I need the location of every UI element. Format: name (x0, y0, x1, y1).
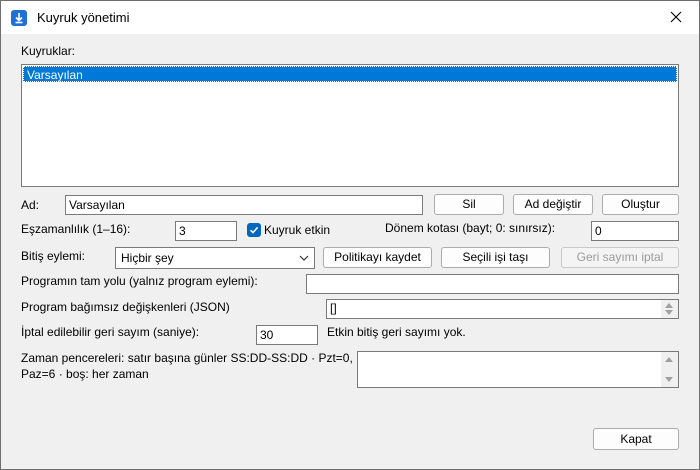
rename-button[interactable]: Ad değiştir (513, 194, 593, 215)
program-args-textarea[interactable]: [] (326, 299, 679, 319)
time-windows-scrollbar[interactable] (661, 352, 678, 387)
time-windows-label-line1: Zaman pencereleri: satır başına günler S… (21, 351, 353, 365)
move-selected-job-button[interactable]: Seçili işi taşı (441, 247, 550, 268)
finish-action-value: Hiçbir şey (121, 251, 174, 265)
scroll-down-arrow-icon[interactable] (665, 310, 673, 315)
scroll-up-arrow-icon[interactable] (665, 303, 673, 308)
download-icon (11, 10, 27, 26)
chevron-down-icon (299, 255, 309, 261)
time-windows-textarea[interactable] (357, 351, 679, 388)
program-path-input[interactable] (306, 274, 679, 294)
program-args-value: [] (330, 301, 337, 315)
delete-button[interactable]: Sil (434, 194, 504, 215)
name-input[interactable]: Varsayılan (65, 195, 423, 215)
concurrency-label: Eşzamanlılık (1–16): (21, 222, 131, 236)
queue-enabled-label: Kuyruk etkin (264, 223, 331, 237)
close-window-button[interactable] (653, 1, 699, 34)
program-args-label: Program bağımsız değişkenleri (JSON) (21, 300, 230, 314)
create-button[interactable]: Oluştur (602, 194, 679, 215)
window-title: Kuyruk yönetimi (37, 10, 130, 25)
countdown-status-text: Etkin bitiş geri sayımı yok. (327, 325, 466, 339)
cancel-countdown-label: İptal edilebilir geri sayım (saniye): (21, 325, 200, 339)
program-path-label: Programın tam yolu (yalnız program eylem… (21, 274, 258, 288)
title-bar: Kuyruk yönetimi (1, 1, 699, 34)
concurrency-input[interactable]: 3 (175, 221, 237, 241)
list-item[interactable]: Varsayılan (23, 66, 677, 82)
scroll-up-arrow-icon[interactable] (665, 357, 673, 362)
cancel-countdown-input[interactable]: 30 (256, 325, 318, 345)
cancel-countdown-button[interactable]: Geri sayımı iptal (561, 247, 679, 268)
queue-enabled-checkbox[interactable] (247, 223, 261, 237)
save-policy-button[interactable]: Politikayı kaydet (323, 247, 432, 268)
close-icon (670, 11, 682, 23)
queue-management-window: Kuyruk yönetimi Kuyruklar: Varsayılan Ad… (0, 0, 700, 470)
checkmark-icon (249, 226, 259, 234)
queues-label: Kuyruklar: (21, 44, 76, 58)
time-windows-label-line2: Paz=6 · boş: her zaman (21, 367, 149, 381)
period-quota-label: Dönem kotası (bayt; 0: sınırsız): (385, 221, 556, 235)
scroll-down-arrow-icon[interactable] (665, 377, 673, 382)
close-button[interactable]: Kapat (593, 428, 679, 450)
name-label: Ad: (21, 198, 40, 212)
program-args-scrollbar[interactable] (661, 300, 678, 318)
finish-action-label: Bitiş eylemi: (21, 249, 86, 263)
finish-action-select[interactable]: Hiçbir şey (115, 247, 315, 269)
queues-listbox[interactable]: Varsayılan (21, 64, 679, 187)
period-quota-input[interactable]: 0 (591, 221, 679, 241)
